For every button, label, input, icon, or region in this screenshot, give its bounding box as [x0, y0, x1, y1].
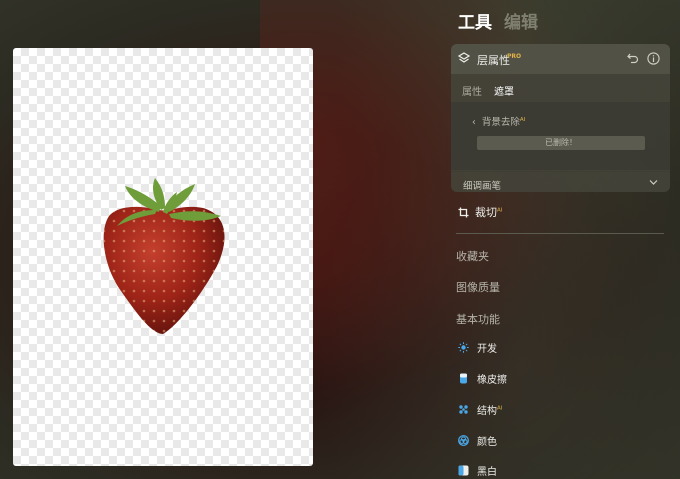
section-basic-functions[interactable]: 基本功能 [456, 311, 500, 327]
function-color[interactable]: 颜色 [458, 433, 497, 448]
header-tabs: 工具 编辑 [458, 8, 538, 33]
sun-icon [458, 342, 469, 353]
tab-tools[interactable]: 工具 [458, 8, 492, 33]
function-eraser-label: 橡皮擦 [477, 375, 507, 386]
function-structure-label: 结构AI [477, 405, 503, 417]
chevron-left-icon: ‹ [472, 117, 476, 128]
strawberry-image [103, 178, 225, 334]
layers-icon [458, 52, 470, 63]
structure-icon [459, 405, 468, 414]
layer-properties-header[interactable]: 层属性 PRO [451, 44, 670, 74]
section-image-quality[interactable]: 图像质量 [456, 279, 500, 295]
refine-brush-row[interactable]: 细调画笔 [451, 171, 670, 193]
chevron-down-icon [649, 180, 658, 185]
black-white-icon [458, 465, 469, 476]
eraser-icon [460, 373, 467, 384]
background-removal-back[interactable]: ‹ 背景去除AI [472, 114, 525, 128]
background-removal-label: 背景去除 [481, 117, 520, 128]
function-develop-label: 开发 [477, 344, 497, 355]
tab-properties[interactable]: 属性 [462, 83, 482, 98]
function-structure[interactable]: 结构AI [458, 402, 502, 417]
crop-icon [458, 207, 469, 217]
info-icon[interactable] [647, 52, 660, 65]
function-eraser[interactable]: 橡皮擦 [458, 371, 507, 386]
undo-icon[interactable] [627, 52, 639, 64]
deleted-status-button[interactable]: 已删除！ [477, 136, 645, 150]
pro-badge: PRO [507, 53, 522, 60]
ai-badge: AI [519, 116, 526, 123]
layer-properties-card: 层属性 PRO 属性 遮罩 ‹ 背景去除AI 已删除！ 细调画笔 [451, 44, 670, 192]
tab-edit[interactable]: 编辑 [504, 8, 538, 33]
image-canvas[interactable] [13, 48, 313, 466]
layer-sub-tabs: 属性 遮罩 [462, 83, 514, 98]
function-color-label: 颜色 [477, 437, 497, 448]
color-icon [458, 435, 469, 446]
tools-panel: 工具 编辑 层属性 PRO 属性 遮罩 ‹ 背景去除AI 已删除！ 细调画笔 裁… [450, 0, 680, 479]
background-removal-section: ‹ 背景去除AI 已删除！ [451, 102, 670, 170]
function-develop[interactable]: 开发 [458, 340, 497, 355]
refine-brush-label: 细调画笔 [463, 181, 502, 192]
crop-ai-badge: AI [497, 207, 503, 214]
function-black-white[interactable]: 黑白 [458, 463, 497, 478]
layer-properties-title: 层属性 [477, 54, 510, 67]
section-favorites[interactable]: 收藏夹 [456, 248, 489, 264]
tab-mask[interactable]: 遮罩 [494, 83, 514, 98]
structure-ai-badge: AI [497, 405, 503, 412]
divider [456, 233, 664, 234]
crop-label: 裁切AI [475, 206, 503, 219]
crop-tool[interactable]: 裁切AI [458, 204, 502, 220]
function-black-white-label: 黑白 [477, 467, 497, 478]
